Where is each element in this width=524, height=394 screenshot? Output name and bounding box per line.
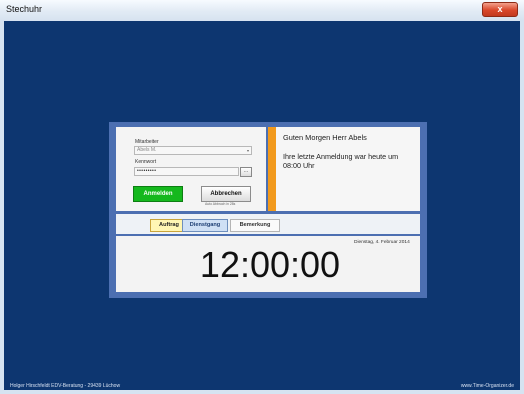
password-label: Kennwort [135, 159, 157, 165]
tab-bemerkung[interactable]: Bemerkung [230, 219, 280, 232]
last-login-time: 08:00 Uhr [283, 161, 315, 170]
tab-dienstgang[interactable]: Dienstgang [182, 219, 228, 232]
close-icon: x [497, 4, 503, 14]
clock-display: 12:00:00 [199, 244, 341, 285]
password-field[interactable]: ••••••••• [134, 167, 239, 176]
chevron-down-icon: ▾ [246, 148, 249, 153]
accent-divider [268, 127, 276, 211]
cancel-button[interactable]: Abbrechen [201, 186, 251, 202]
employee-value: Abels M. [137, 147, 157, 153]
last-login-text: Ihre letzte Anmeldung war heute um [283, 152, 399, 161]
login-button[interactable]: Anmelden [133, 186, 183, 202]
footer-company: Holger Hirschfeldt EDV-Beratung - 29439 … [10, 383, 121, 389]
password-value: ••••••••• [137, 168, 157, 174]
ellipsis-icon: ... [243, 168, 249, 174]
employee-label: Mitarbeiter [135, 139, 159, 145]
keyboard-button[interactable]: ... [240, 167, 252, 177]
auto-cancel-note: Auto Abbruch in 28s [205, 202, 236, 206]
window-title: Stechuhr [6, 4, 43, 14]
greeting-title: Guten Morgen Herr Abels [283, 133, 367, 142]
current-date: Dienstag, 4. Februar 2014 [354, 240, 410, 245]
title-bar: Stechuhr x [0, 0, 524, 21]
employee-select[interactable]: Abels M. ▾ [134, 146, 252, 155]
close-button[interactable]: x [482, 2, 518, 17]
footer-website[interactable]: www.Time-Organizer.de [461, 383, 514, 389]
